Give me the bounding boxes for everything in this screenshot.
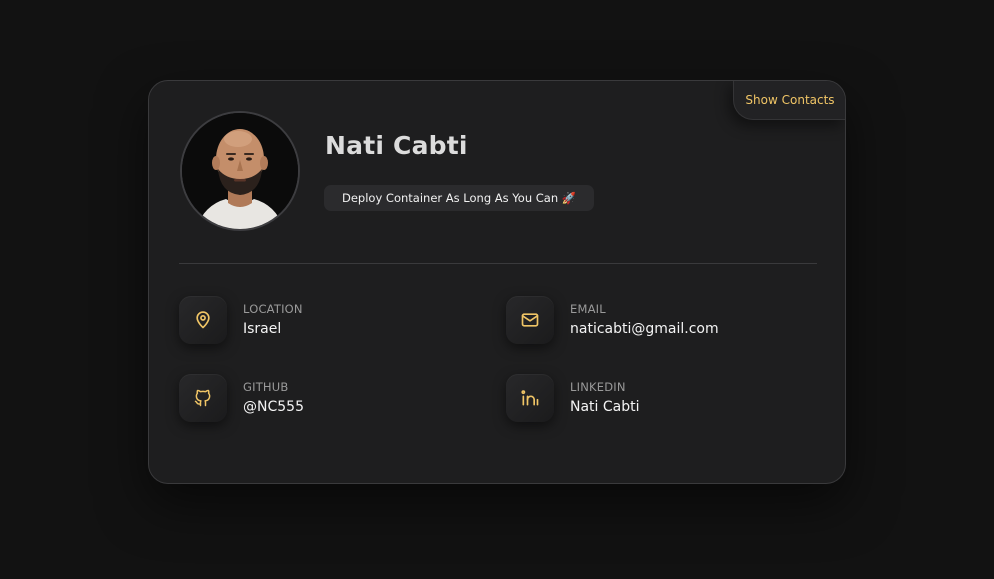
divider (179, 263, 817, 264)
linkedin-icon (506, 374, 554, 422)
contact-item-location: LOCATION Israel (179, 296, 479, 346)
contact-value-email-link[interactable]: naticabti@gmail.com (570, 321, 719, 337)
contact-item-linkedin: LINKEDIN Nati Cabti (506, 374, 806, 424)
contact-label: EMAIL (570, 302, 606, 316)
profile-tagline-badge: Deploy Container As Long As You Can 🚀 (324, 185, 595, 211)
contact-value: Israel (243, 321, 282, 337)
profile-name: Nati Cabti (325, 131, 468, 160)
profile-card: Show Contacts Nati Cabti Deploy Containe… (148, 80, 846, 484)
avatar (180, 111, 300, 231)
contact-value-linkedin-link[interactable]: Nati Cabti (570, 399, 640, 415)
avatar-portrait-image (182, 113, 298, 229)
mail-icon (506, 296, 554, 344)
contact-item-github: GITHUB @NC555 (179, 374, 479, 424)
github-icon (179, 374, 227, 422)
contact-item-email: EMAIL naticabti@gmail.com (506, 296, 806, 346)
show-contacts-button[interactable]: Show Contacts (733, 81, 845, 120)
contact-label: LOCATION (243, 302, 303, 316)
contact-label: LINKEDIN (570, 380, 626, 394)
contact-value-github-link[interactable]: @NC555 (243, 399, 304, 415)
contact-label: GITHUB (243, 380, 289, 394)
map-pin-icon (179, 296, 227, 344)
